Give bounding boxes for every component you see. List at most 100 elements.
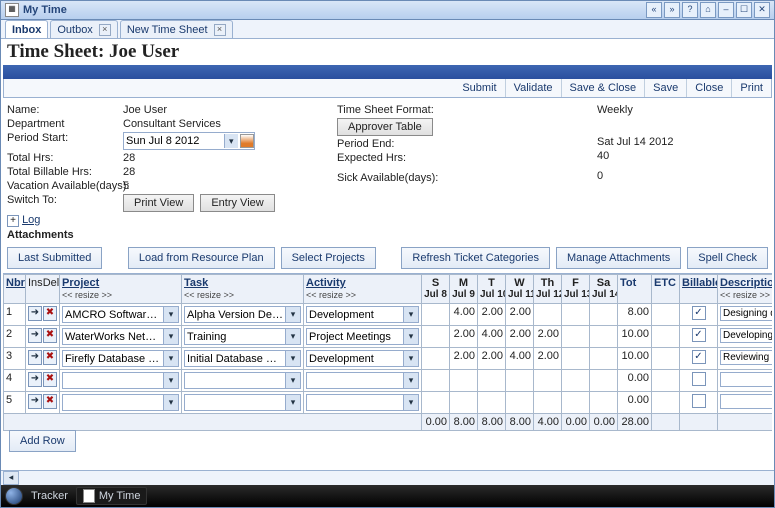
activity-combo[interactable]: ▾ [306,328,419,345]
delete-row-icon[interactable]: ✖ [43,372,57,387]
task-input[interactable] [185,373,285,388]
task-combo[interactable]: ▾ [184,350,301,367]
col-day-wed[interactable]: WJul 11 [506,275,534,304]
col-etc[interactable]: ETC [652,275,680,304]
hours-cell[interactable] [506,392,534,414]
activity-input[interactable] [307,351,403,366]
project-input[interactable] [63,373,163,388]
maximize-button[interactable]: ☐ [736,2,752,18]
nav-first-button[interactable]: « [646,2,662,18]
hours-cell[interactable] [590,304,618,326]
project-input[interactable] [63,329,163,344]
tab-new-timesheet[interactable]: New Time Sheet× [120,20,233,38]
hours-cell[interactable]: 2.00 [506,326,534,348]
period-start-input[interactable] [124,135,224,147]
hours-cell[interactable]: 2.00 [478,304,506,326]
col-day-mon[interactable]: MJul 9 [450,275,478,304]
description-input[interactable] [720,306,772,321]
etc-cell[interactable] [652,304,680,326]
chevron-down-icon[interactable]: ▾ [163,329,178,344]
scroll-left-icon[interactable]: ◂ [3,471,19,485]
col-day-tue[interactable]: TJul 10 [478,275,506,304]
billable-checkbox[interactable]: ✓ [692,306,706,320]
activity-combo[interactable]: ▾ [306,306,419,323]
task-input[interactable] [185,307,285,322]
home-button[interactable]: ⌂ [700,2,716,18]
chevron-down-icon[interactable]: ▾ [285,329,300,344]
insert-row-icon[interactable]: ➜ [28,372,42,387]
chevron-down-icon[interactable]: ▾ [403,373,418,388]
billable-checkbox[interactable] [692,372,706,386]
col-day-sat[interactable]: SaJul 14 [590,275,618,304]
activity-input[interactable] [307,395,403,410]
hours-cell[interactable] [422,392,450,414]
hours-cell[interactable] [590,370,618,392]
task-combo[interactable]: ▾ [184,328,301,345]
hours-cell[interactable]: 2.00 [506,304,534,326]
project-input[interactable] [63,351,163,366]
tab-inbox[interactable]: Inbox [5,20,48,38]
entry-view-button[interactable]: Entry View [200,194,274,212]
hours-cell[interactable] [562,392,590,414]
insert-row-icon[interactable]: ➜ [28,394,42,409]
spell-check-button[interactable]: Spell Check [687,247,768,269]
help-button[interactable]: ? [682,2,698,18]
close-tab-icon[interactable]: × [99,24,111,36]
project-combo[interactable]: ▾ [62,350,179,367]
activity-combo[interactable]: ▾ [306,394,419,411]
hours-cell[interactable] [450,370,478,392]
activity-combo[interactable]: ▾ [306,350,419,367]
etc-cell[interactable] [652,370,680,392]
project-combo[interactable]: ▾ [62,394,179,411]
hours-cell[interactable] [590,392,618,414]
activity-input[interactable] [307,373,403,388]
chevron-down-icon[interactable]: ▾ [403,351,418,366]
hours-cell[interactable] [590,348,618,370]
project-combo[interactable]: ▾ [62,372,179,389]
col-description[interactable]: Description<< resize >> [718,275,773,304]
log-link[interactable]: Log [22,214,40,226]
horizontal-scrollbar[interactable]: ◂ [1,470,774,485]
hours-cell[interactable]: 4.00 [450,304,478,326]
close-tab-icon[interactable]: × [214,24,226,36]
description-input[interactable] [720,328,772,343]
hours-cell[interactable] [562,348,590,370]
chevron-down-icon[interactable]: ▾ [163,373,178,388]
delete-row-icon[interactable]: ✖ [43,350,57,365]
hours-cell[interactable] [562,304,590,326]
expand-icon[interactable]: + [7,215,19,227]
hours-cell[interactable]: 4.00 [506,348,534,370]
billable-checkbox[interactable]: ✓ [692,350,706,364]
hours-cell[interactable]: 2.00 [534,348,562,370]
task-combo[interactable]: ▾ [184,394,301,411]
tab-outbox[interactable]: Outbox× [50,20,117,38]
col-day-sun[interactable]: SJul 8 [422,275,450,304]
chevron-down-icon[interactable]: ▾ [285,351,300,366]
task-input[interactable] [185,329,285,344]
hours-cell[interactable]: 2.00 [450,348,478,370]
task-input[interactable] [185,395,285,410]
description-input[interactable] [720,394,772,409]
col-tot[interactable]: Tot [618,275,652,304]
last-submitted-button[interactable]: Last Submitted [7,247,102,269]
project-combo[interactable]: ▾ [62,328,179,345]
billable-checkbox[interactable] [692,394,706,408]
hours-cell[interactable] [534,304,562,326]
manage-attachments-button[interactable]: Manage Attachments [556,247,681,269]
hours-cell[interactable]: 4.00 [478,326,506,348]
etc-cell[interactable] [652,326,680,348]
hours-cell[interactable] [506,370,534,392]
validate-button[interactable]: Validate [505,79,561,97]
close-button[interactable]: Close [686,79,731,97]
minimize-button[interactable]: – [718,2,734,18]
hours-cell[interactable] [422,348,450,370]
approver-table-button[interactable]: Approver Table [337,118,433,136]
hours-cell[interactable] [534,370,562,392]
save-button[interactable]: Save [644,79,686,97]
print-button[interactable]: Print [731,79,771,97]
col-project[interactable]: Project<< resize >> [60,275,182,304]
hours-cell[interactable] [422,370,450,392]
hours-cell[interactable] [562,326,590,348]
hours-cell[interactable]: 2.00 [478,348,506,370]
col-activity[interactable]: Activity<< resize >> [304,275,422,304]
